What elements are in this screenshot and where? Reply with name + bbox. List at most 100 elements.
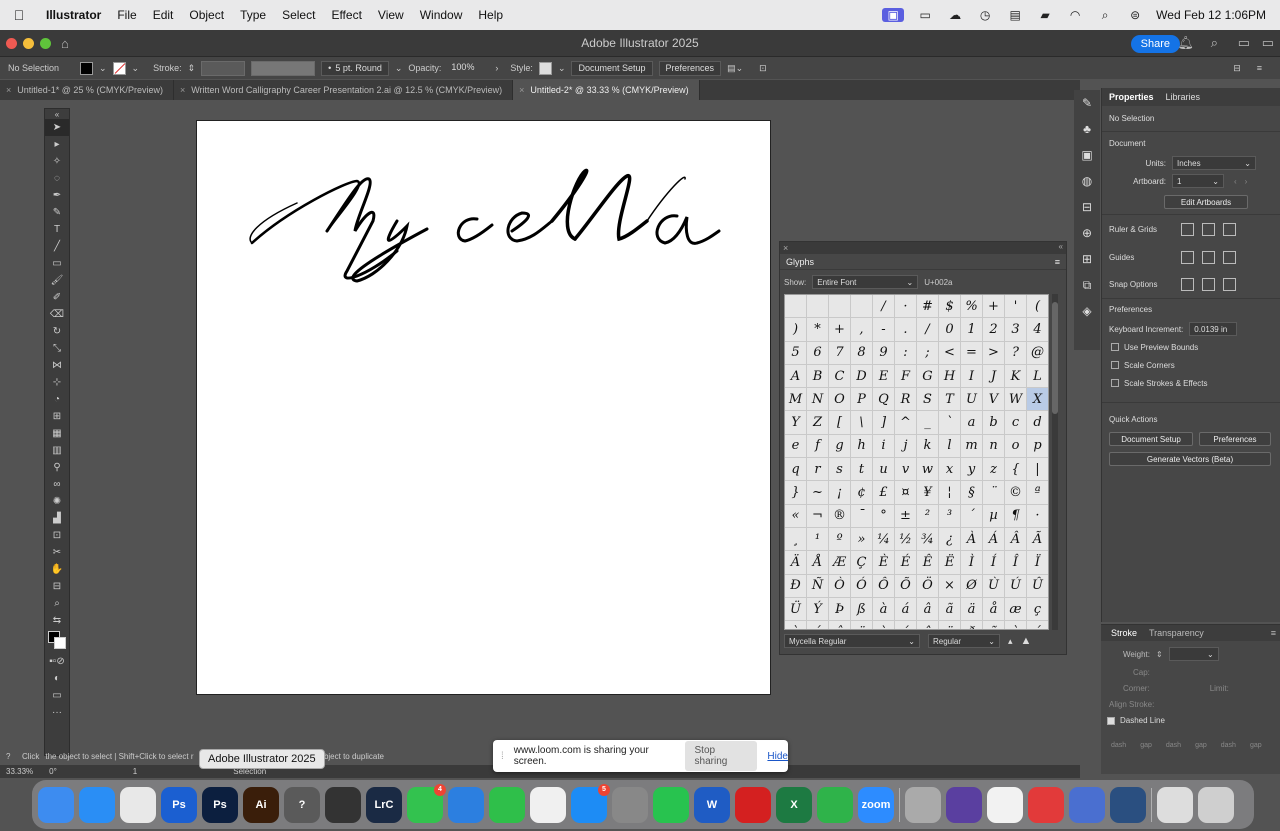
glyph-cell[interactable]: ( [1027, 295, 1048, 318]
glyph-cell[interactable]: K [1005, 364, 1026, 388]
glyph-cell[interactable]: § [961, 481, 982, 504]
lock-guides-icon[interactable] [1202, 250, 1215, 264]
glyph-cell[interactable]: [ [829, 411, 850, 434]
menu-view[interactable]: View [370, 8, 412, 22]
glyph-cell[interactable]: % [961, 295, 982, 318]
glyph-cell[interactable]: V [983, 388, 1004, 411]
previous-artboard-icon[interactable]: ‹ [1234, 177, 1237, 186]
dock-freeform-icon[interactable] [987, 786, 1023, 823]
scrollbar-thumb[interactable] [1052, 302, 1058, 414]
glyph-cell[interactable]: · [1027, 504, 1048, 527]
tab-untitled-2[interactable]: × Untitled-2* @ 33.33 % (CMYK/Preview) [513, 80, 700, 100]
glyph-cell[interactable]: 9 [873, 341, 894, 364]
shaper-tool-icon[interactable]: ✐ [45, 289, 69, 306]
smart-guides-icon[interactable] [1223, 250, 1236, 264]
glyph-cell[interactable]: = [961, 341, 982, 364]
glyph-cell[interactable]: ^ [895, 411, 916, 434]
glyph-cell[interactable]: È [873, 551, 894, 574]
glyph-cell[interactable]: á [895, 597, 916, 621]
artboard-number[interactable]: 1 [133, 767, 137, 776]
glyph-cell[interactable]: o [1005, 434, 1026, 458]
glyph-cell[interactable]: « [785, 504, 806, 527]
glyph-cell[interactable] [785, 295, 806, 318]
glyph-cell[interactable]: ² [917, 504, 938, 527]
weight-dropdown[interactable]: ⌄ [1168, 647, 1219, 661]
glyph-cell[interactable]: ` [939, 411, 960, 434]
glyph-cell[interactable]: F [895, 364, 916, 388]
close-window-button[interactable] [6, 37, 17, 49]
glyph-cell[interactable]: Ã [1027, 527, 1048, 551]
glyph-cell[interactable]: @ [1027, 341, 1048, 364]
tab-libraries[interactable]: Libraries [1166, 92, 1201, 102]
glyph-cell[interactable]: U [961, 388, 982, 411]
glyph-cell[interactable]: Î [1005, 551, 1026, 574]
dock-photoshop-express-icon[interactable]: Ps [161, 786, 197, 823]
glyph-cell[interactable]: P [851, 388, 872, 411]
shape-builder-tool-icon[interactable]: ◔ [45, 391, 69, 408]
glyph-cell[interactable]: O [829, 388, 850, 411]
share-button[interactable]: Share [1130, 35, 1180, 53]
glyph-cell[interactable]: : [895, 341, 916, 364]
glyph-cell[interactable]: x [939, 458, 960, 481]
dock-preview-icon[interactable] [1069, 786, 1105, 823]
tab-properties[interactable]: Properties [1109, 92, 1154, 102]
stroke-weight-field[interactable] [201, 60, 246, 76]
dock-messages-icon[interactable]: 4 [407, 783, 446, 823]
gradient-tool-icon[interactable]: ▥ [45, 442, 69, 459]
rectangle-tool-icon[interactable]: ▭ [45, 255, 69, 272]
glyph-cell[interactable]: ¢ [851, 481, 872, 504]
glyph-cell[interactable]: 4 [1027, 318, 1048, 341]
glyph-cell[interactable]: g [829, 434, 850, 458]
menu-select[interactable]: Select [274, 8, 323, 22]
tab-transparency[interactable]: Transparency [1149, 628, 1204, 638]
font-family-dropdown[interactable]: Mycella Regular ⌄ [784, 634, 920, 648]
artboards-icon[interactable]: ⧉ [1074, 272, 1100, 298]
glyph-cell[interactable]: ë [851, 621, 872, 629]
menu-window[interactable]: Window [412, 8, 471, 22]
zoom-tool-icon[interactable]: ⌕ [45, 595, 69, 612]
preferences-button[interactable]: Preferences [1199, 432, 1271, 446]
glyph-cell[interactable]: u [873, 458, 894, 481]
dock-document-icon[interactable] [1157, 786, 1193, 823]
glyph-cell[interactable]: Z [807, 411, 828, 434]
dock-zoom-icon[interactable]: zoom [858, 786, 894, 823]
glyph-cell[interactable]: ò [1005, 621, 1026, 629]
glyph-cell[interactable]: q [785, 458, 806, 481]
dock-facetime-icon[interactable] [489, 786, 525, 823]
glyph-cell[interactable]: å [983, 597, 1004, 621]
dock-help-icon[interactable]: ? [284, 786, 320, 823]
battery-icon[interactable]: ▰ [1036, 8, 1054, 22]
align-panel-icon[interactable]: ⊟ [1074, 194, 1100, 220]
perspective-grid-tool-icon[interactable]: ⊞ [45, 408, 69, 425]
hand-tool-icon[interactable]: ✋ [45, 561, 69, 578]
dock-controller-icon[interactable] [905, 786, 941, 823]
glyph-cell[interactable]: j [895, 434, 916, 458]
glyph-cell[interactable]: Û [1027, 574, 1048, 597]
fill-stroke-icon[interactable] [45, 629, 69, 653]
glyph-cell[interactable]: / [873, 295, 894, 318]
glyph-cell[interactable]: æ [1005, 597, 1026, 621]
glyph-cell[interactable]: Ö [917, 574, 938, 597]
glyph-cell[interactable]: W [1005, 388, 1026, 411]
slice-tool-icon[interactable]: ✂ [45, 544, 69, 561]
glyph-cell[interactable] [807, 295, 828, 318]
glyph-cell[interactable]: L [1027, 364, 1048, 388]
glyph-cell[interactable]: × [939, 574, 960, 597]
glyph-cell[interactable]: ) [785, 318, 806, 341]
glyph-cell[interactable]: * [807, 318, 828, 341]
hide-button[interactable]: Hide [767, 751, 788, 762]
stroke-swatch[interactable] [112, 61, 126, 75]
mycella-calligraphy-text[interactable] [197, 121, 772, 696]
glyph-cell[interactable]: Ê [917, 551, 938, 574]
glyph-cell[interactable]: a [961, 411, 982, 434]
glyph-cell[interactable]: Ç [851, 551, 872, 574]
glyph-cell[interactable]: k [917, 434, 938, 458]
magic-wand-tool-icon[interactable]: ✧ [45, 153, 69, 170]
rotate-tool-icon[interactable]: ↻ [45, 323, 69, 340]
artboard-tool-icon[interactable]: ⊡ [45, 527, 69, 544]
edit-artboards-button[interactable]: Edit Artboards [1164, 195, 1248, 209]
glyph-cell[interactable]: ð [961, 621, 982, 629]
creative-cloud-icon[interactable]: ☁ [946, 8, 964, 22]
glyph-cell[interactable]: ~ [807, 481, 828, 504]
glyph-cell[interactable]: â [917, 597, 938, 621]
